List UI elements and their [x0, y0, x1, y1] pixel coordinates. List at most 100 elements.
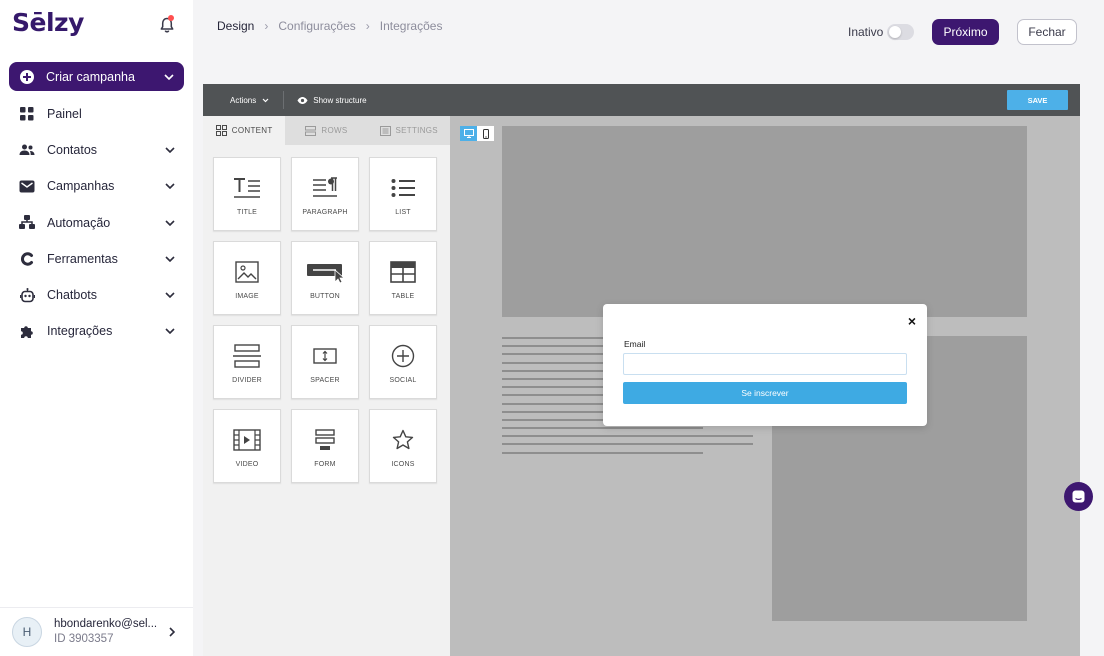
show-structure-toggle[interactable]: Show structure: [297, 96, 367, 105]
save-button[interactable]: SAVE: [1007, 90, 1068, 110]
rows-icon: [305, 125, 317, 136]
breadcrumb-configuracoes[interactable]: Configurações: [278, 19, 355, 33]
actions-menu[interactable]: Actions: [230, 96, 269, 105]
user-info: hbondarenko@sel... ID 3903357: [54, 617, 157, 647]
content-panel: CONTENT ROWS SETTINGS TITLE PARAGRAPH LI…: [203, 116, 450, 656]
text-line: [502, 435, 753, 438]
text-line: [502, 451, 703, 454]
status-label: Inativo: [848, 25, 884, 39]
block-label: BUTTON: [310, 292, 340, 300]
block-label: TABLE: [391, 292, 415, 300]
paragraph-icon: [313, 176, 337, 197]
block-video[interactable]: VIDEO: [213, 409, 281, 483]
close-button[interactable]: Fechar: [1017, 19, 1077, 45]
sidebar-item-label: Automação: [47, 215, 111, 230]
desktop-view-button[interactable]: [460, 126, 477, 141]
block-form[interactable]: FORM: [291, 409, 359, 483]
editor-toolbar: Actions Show structure SAVE: [203, 84, 1080, 116]
chevron-down-icon: [165, 256, 175, 262]
block-divider[interactable]: DIVIDER: [213, 325, 281, 399]
chevron-right-icon: ›: [365, 19, 370, 33]
tab-rows[interactable]: ROWS: [285, 116, 368, 145]
desktop-icon: [463, 129, 474, 138]
block-list[interactable]: LIST: [369, 157, 437, 231]
automation-icon: [19, 215, 35, 231]
tab-label: CONTENT: [231, 126, 273, 135]
dashboard-icon: [19, 106, 35, 122]
create-campaign-button[interactable]: Criar campanha: [9, 62, 184, 91]
chevron-down-icon: [164, 73, 174, 80]
tab-content[interactable]: CONTENT: [203, 116, 286, 145]
tab-settings[interactable]: SETTINGS: [367, 116, 450, 145]
sidebar-item-label: Chatbots: [47, 288, 98, 303]
chat-icon: [1072, 490, 1085, 503]
grid-icon: [215, 125, 227, 136]
eye-icon: [297, 96, 308, 104]
active-toggle[interactable]: [887, 24, 914, 40]
sidebar-item-contatos[interactable]: Contatos: [0, 132, 193, 168]
breadcrumb-design[interactable]: Design: [217, 19, 254, 33]
plus-circle-icon: [20, 69, 34, 84]
form-icon: [315, 428, 335, 450]
email-field[interactable]: [623, 353, 907, 375]
star-icon: [392, 429, 414, 449]
chat-widget-button[interactable]: [1064, 482, 1093, 511]
video-icon: [233, 428, 261, 451]
chevron-down-icon: [262, 98, 269, 102]
next-button[interactable]: Próximo: [932, 19, 999, 45]
block-spacer[interactable]: SPACER: [291, 325, 359, 399]
sidebar-item-campanhas[interactable]: Campanhas: [0, 168, 193, 204]
breadcrumb-integracoes[interactable]: Integrações: [380, 19, 443, 33]
table-icon: [390, 260, 416, 283]
sidebar-item-chatbots[interactable]: Chatbots: [0, 277, 193, 313]
block-label: TITLE: [236, 208, 258, 216]
create-campaign-label: Criar campanha: [46, 69, 135, 84]
block-label: IMAGE: [235, 292, 259, 300]
tab-label: ROWS: [321, 126, 348, 135]
sidebar-item-label: Integrações: [47, 324, 113, 339]
image-placeholder-top[interactable]: [502, 126, 1027, 317]
tab-label: SETTINGS: [395, 126, 438, 135]
block-paragraph[interactable]: PARAGRAPH: [291, 157, 359, 231]
block-label: VIDEO: [235, 460, 259, 468]
block-label: ICONS: [391, 460, 415, 468]
sidebar-item-painel[interactable]: Painel: [0, 96, 193, 132]
block-table[interactable]: TABLE: [369, 241, 437, 315]
button-icon: [307, 263, 344, 283]
settings-doc-icon: [379, 125, 391, 136]
block-social[interactable]: SOCIAL: [369, 325, 437, 399]
divider-icon: [233, 343, 261, 368]
sidebar-item-integracoes[interactable]: Integrações: [0, 313, 193, 349]
sidebar-item-label: Contatos: [47, 143, 98, 158]
text-line: [502, 443, 753, 446]
mobile-view-button[interactable]: [477, 126, 494, 141]
block-icons[interactable]: ICONS: [369, 409, 437, 483]
sidebar-item-ferramentas[interactable]: Ferramentas: [0, 241, 193, 277]
selzy-logo[interactable]: Sēlzy: [12, 8, 84, 37]
block-label: FORM: [314, 460, 336, 468]
block-button[interactable]: BUTTON: [291, 241, 359, 315]
avatar: H: [12, 617, 42, 647]
chevron-down-icon: [165, 183, 175, 190]
sidebar-item-label: Painel: [47, 107, 82, 122]
notification-dot: [168, 15, 174, 21]
block-label: LIST: [395, 208, 411, 216]
subscribe-button[interactable]: Se inscrever: [623, 382, 907, 404]
block-label: DIVIDER: [232, 376, 262, 384]
user-account[interactable]: H hbondarenko@sel... ID 3903357: [0, 607, 193, 656]
subscribe-popup: × Email Se inscrever: [603, 304, 927, 426]
contacts-icon: [19, 142, 35, 158]
block-title[interactable]: TITLE: [213, 157, 281, 231]
close-popup-icon[interactable]: ×: [908, 313, 916, 329]
device-switcher: [460, 126, 494, 141]
chevron-right-icon: [169, 627, 175, 637]
toggle-knob: [889, 26, 901, 38]
social-plus-icon: [391, 344, 415, 367]
sidebar-item-label: Campanhas: [47, 179, 115, 194]
block-image[interactable]: IMAGE: [213, 241, 281, 315]
toolbar-divider: [283, 91, 285, 109]
mobile-icon: [482, 128, 489, 139]
block-label: PARAGRAPH: [302, 208, 348, 216]
sidebar-item-automacao[interactable]: Automação: [0, 205, 193, 241]
chatbot-icon: [19, 287, 35, 303]
